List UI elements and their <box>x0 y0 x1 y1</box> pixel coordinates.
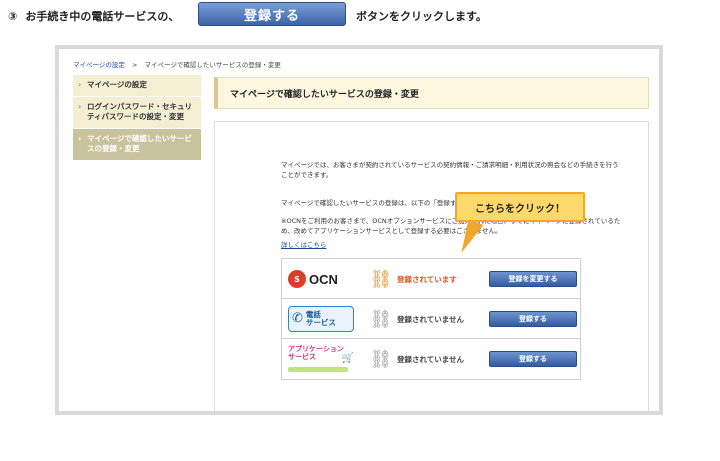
content-panel: マイページでは、お客さまが契約されているサービスの契約情報・ご請求明細・利用状況… <box>214 121 649 411</box>
phone-logo-line2: サービス <box>305 318 336 327</box>
broken-chain-icon: ⛓ <box>369 308 393 330</box>
breadcrumb: マイページの設定 > マイページで確認したいサービスの登録・変更 <box>73 59 281 69</box>
app-logo-line2: サービス <box>288 352 316 361</box>
table-row: アプリケーション サービス 🛒 ⛓ 登録されていません 登録する <box>282 339 580 379</box>
table-row: S OCN ⛓ 登録されています 登録を変更する <box>282 259 580 299</box>
sidebar-item-password-settings[interactable]: ログインパスワード・セキュリティパスワードの設定・変更 <box>73 96 201 129</box>
instruction-before: お手続き中の電話サービスの、 <box>25 10 180 23</box>
service-table: S OCN ⛓ 登録されています 登録を変更する ✆ 電話 サービス ⛓ 登録さ… <box>281 258 581 380</box>
cart-icon: 🛒 <box>341 353 354 364</box>
registration-status: ⛓ 登録されていません <box>368 307 480 331</box>
breadcrumb-separator: > <box>131 61 138 69</box>
register-application-service-button[interactable]: 登録する <box>489 351 577 367</box>
sidebar-item-service-registration[interactable]: マイページで確認したいサービスの登録・変更 <box>73 128 201 161</box>
table-row: ✆ 電話 サービス ⛓ 登録されていません 登録する <box>282 299 580 339</box>
phone-service-badge: ✆ 電話 サービス <box>288 306 354 332</box>
description-text: マイページでは、お客さまが契約されているサービスの契約情報・ご請求明細・利用状況… <box>281 161 619 180</box>
sidebar-item-mypage-settings[interactable]: マイページの設定 <box>73 75 201 97</box>
click-here-callout: こちらをクリック！ <box>455 192 585 222</box>
mypage-settings-page: マイページの設定 > マイページで確認したいサービスの登録・変更 マイページの設… <box>59 49 659 411</box>
status-text: 登録されていません <box>397 354 465 364</box>
registration-status: ⛓ 登録されています <box>368 267 480 291</box>
sidebar-nav: マイページの設定 ログインパスワード・セキュリティパスワードの設定・変更 マイペ… <box>73 75 201 161</box>
breadcrumb-current: マイページで確認したいサービスの登録・変更 <box>144 61 281 69</box>
application-service-logo: アプリケーション サービス 🛒 <box>288 345 356 373</box>
screenshot-frame: マイページの設定 > マイページで確認したいサービスの登録・変更 マイページの設… <box>55 45 663 415</box>
status-text: 登録されていません <box>397 314 465 324</box>
change-registration-button[interactable]: 登録を変更する <box>489 271 577 287</box>
register-button-sample: 登録する <box>198 2 346 26</box>
ocn-logo: S OCN <box>288 265 356 293</box>
registration-status: ⛓ 登録されていません <box>368 347 480 371</box>
status-text: 登録されています <box>397 274 457 284</box>
instruction-after: ボタンをクリックします。 <box>356 10 487 23</box>
register-phone-service-button[interactable]: 登録する <box>489 311 577 327</box>
linked-chain-icon: ⛓ <box>369 268 393 290</box>
instruction-text: ③ お手続き中の電話サービスの、 <box>8 6 179 26</box>
breadcrumb-home-link[interactable]: マイページの設定 <box>73 61 125 69</box>
step-number: ③ <box>8 9 18 23</box>
details-link[interactable]: 詳しくはこちら <box>281 239 327 249</box>
page-title: マイページで確認したいサービスの登録・変更 <box>214 77 649 109</box>
ocn-logo-text: OCN <box>309 271 338 287</box>
broken-chain-icon: ⛓ <box>369 348 393 370</box>
phone-service-logo: ✆ 電話 サービス <box>288 305 356 333</box>
app-logo-text: アプリケーション サービス <box>288 345 344 361</box>
app-logo-bar <box>288 367 348 372</box>
ocn-mark-icon: S <box>288 270 306 288</box>
phone-icon: ✆ <box>292 311 303 327</box>
